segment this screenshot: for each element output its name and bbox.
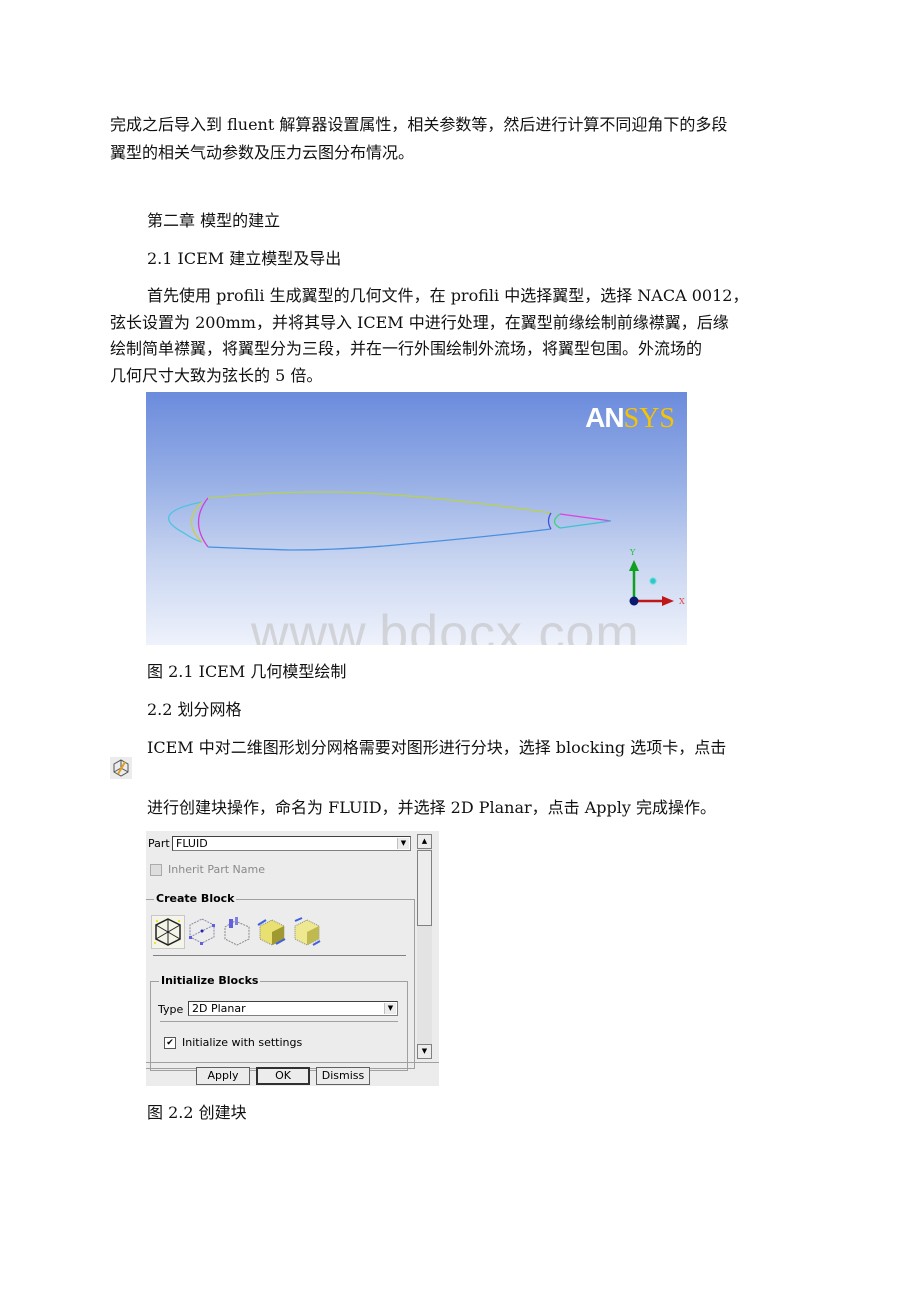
trailing-flap-nose-curve: [553, 513, 561, 529]
figure-caption-2-2: 图 2.2 创建块: [147, 1103, 247, 1122]
initialize-blocks-title: Initialize Blocks: [159, 974, 261, 987]
dismiss-button[interactable]: Dismiss: [316, 1067, 370, 1085]
upper-surface-curve: [207, 491, 552, 514]
chevron-down-icon[interactable]: ▼: [384, 1003, 396, 1014]
y-axis-label: Y: [629, 548, 636, 557]
type-label: Type: [158, 1003, 184, 1016]
section-heading-2-2: 2.2 划分网格: [147, 700, 242, 719]
intro-paragraph-line-2: 翼型的相关气动参数及压力云图分布情况。: [110, 143, 415, 162]
vertical-scrollbar[interactable]: ▲ ▼: [417, 834, 432, 1059]
figure-caption-2-1: 图 2.1 ICEM 几何模型绘制: [147, 662, 347, 681]
axis-triad: Y X: [629, 548, 685, 606]
part-combobox[interactable]: FLUID ▼: [172, 836, 411, 851]
initialize-blocks-group: [150, 981, 408, 1071]
part-value: FLUID: [176, 837, 208, 850]
leading-flap-split-curve: [190, 501, 203, 543]
icem-geometry-figure: ANSYS Y X www.bdocx.com: [146, 392, 687, 645]
section-heading-2-1: 2.1 ICEM 建立模型及导出: [147, 249, 342, 268]
create-block-title: Create Block: [154, 892, 237, 905]
chevron-down-icon[interactable]: ▼: [397, 838, 409, 849]
inherit-label: Inherit Part Name: [168, 863, 266, 876]
z-axis-point: [649, 577, 657, 585]
apply-button[interactable]: Apply: [196, 1067, 250, 1085]
2d-to-3d-icon[interactable]: [256, 915, 288, 947]
inherit-checkbox-box[interactable]: [150, 863, 162, 876]
ok-button[interactable]: OK: [256, 1067, 310, 1085]
3d-to-2d-icon[interactable]: [291, 915, 323, 947]
trailing-flap-upper-curve: [559, 513, 612, 522]
part-label: Part: [148, 837, 170, 850]
icem-create-block-panel: Part FLUID ▼ Inherit Part Name Create Bl…: [146, 831, 439, 1086]
body-paragraph-line-2: 弦长设置为 200mm，并将其导入 ICEM 中进行处理，在翼型前缘绘制前缘襟翼…: [110, 313, 729, 332]
divider: [146, 1062, 439, 1063]
divider: [153, 955, 406, 956]
inherit-part-name-checkbox[interactable]: Inherit Part Name: [150, 863, 265, 876]
trailing-flap-lower-curve: [559, 520, 612, 529]
y-axis-arrowhead: [629, 560, 639, 571]
intro-paragraph-line-1: 完成之后导入到 fluent 解算器设置属性，相关参数等，然后进行计算不同迎角下…: [110, 115, 728, 134]
chapter-title: 第二章 模型的建立: [147, 211, 281, 230]
x-axis-arrowhead: [662, 596, 674, 606]
divider: [160, 1021, 398, 1022]
type-value: 2D Planar: [192, 1002, 246, 1015]
scrollbar-thumb[interactable]: [417, 850, 432, 926]
extrude-faces-icon[interactable]: [221, 915, 253, 947]
body-paragraph-2-2-line-1: ICEM 中对二维图形划分网格需要对图形进行分块，选择 blocking 选项卡…: [147, 738, 727, 757]
lower-surface-curve: [207, 528, 552, 551]
initialize-with-settings-label: Initialize with settings: [182, 1036, 303, 1049]
initialize-block-icon[interactable]: [151, 915, 185, 949]
main-element-trailing-curve: [547, 512, 552, 530]
body-paragraph-2-2-line-2: 进行创建块操作，命名为 FLUID，并选择 2D Planar，点击 Apply…: [147, 798, 717, 817]
x-axis-label: X: [679, 597, 685, 606]
type-combobox[interactable]: 2D Planar ▼: [188, 1001, 398, 1016]
initialize-with-settings-checkbox[interactable]: ✔ Initialize with settings: [164, 1036, 302, 1049]
scroll-down-icon[interactable]: ▼: [417, 1044, 432, 1059]
check-icon[interactable]: ✔: [164, 1036, 176, 1049]
body-paragraph-line-1: 首先使用 profili 生成翼型的几何文件，在 profili 中选择翼型，选…: [147, 286, 749, 305]
body-paragraph-line-3: 绘制简单襟翼，将翼型分为三段，并在一行外围绘制外流场，将翼型包围。外流场的: [110, 339, 703, 358]
from-vertices-icon[interactable]: [186, 915, 218, 947]
scroll-up-icon[interactable]: ▲: [417, 834, 432, 849]
watermark: www.bdocx.com: [251, 605, 640, 645]
create-block-icon: [110, 757, 132, 779]
body-paragraph-line-4: 几何尺寸大致为弦长的 5 倍。: [110, 366, 323, 385]
